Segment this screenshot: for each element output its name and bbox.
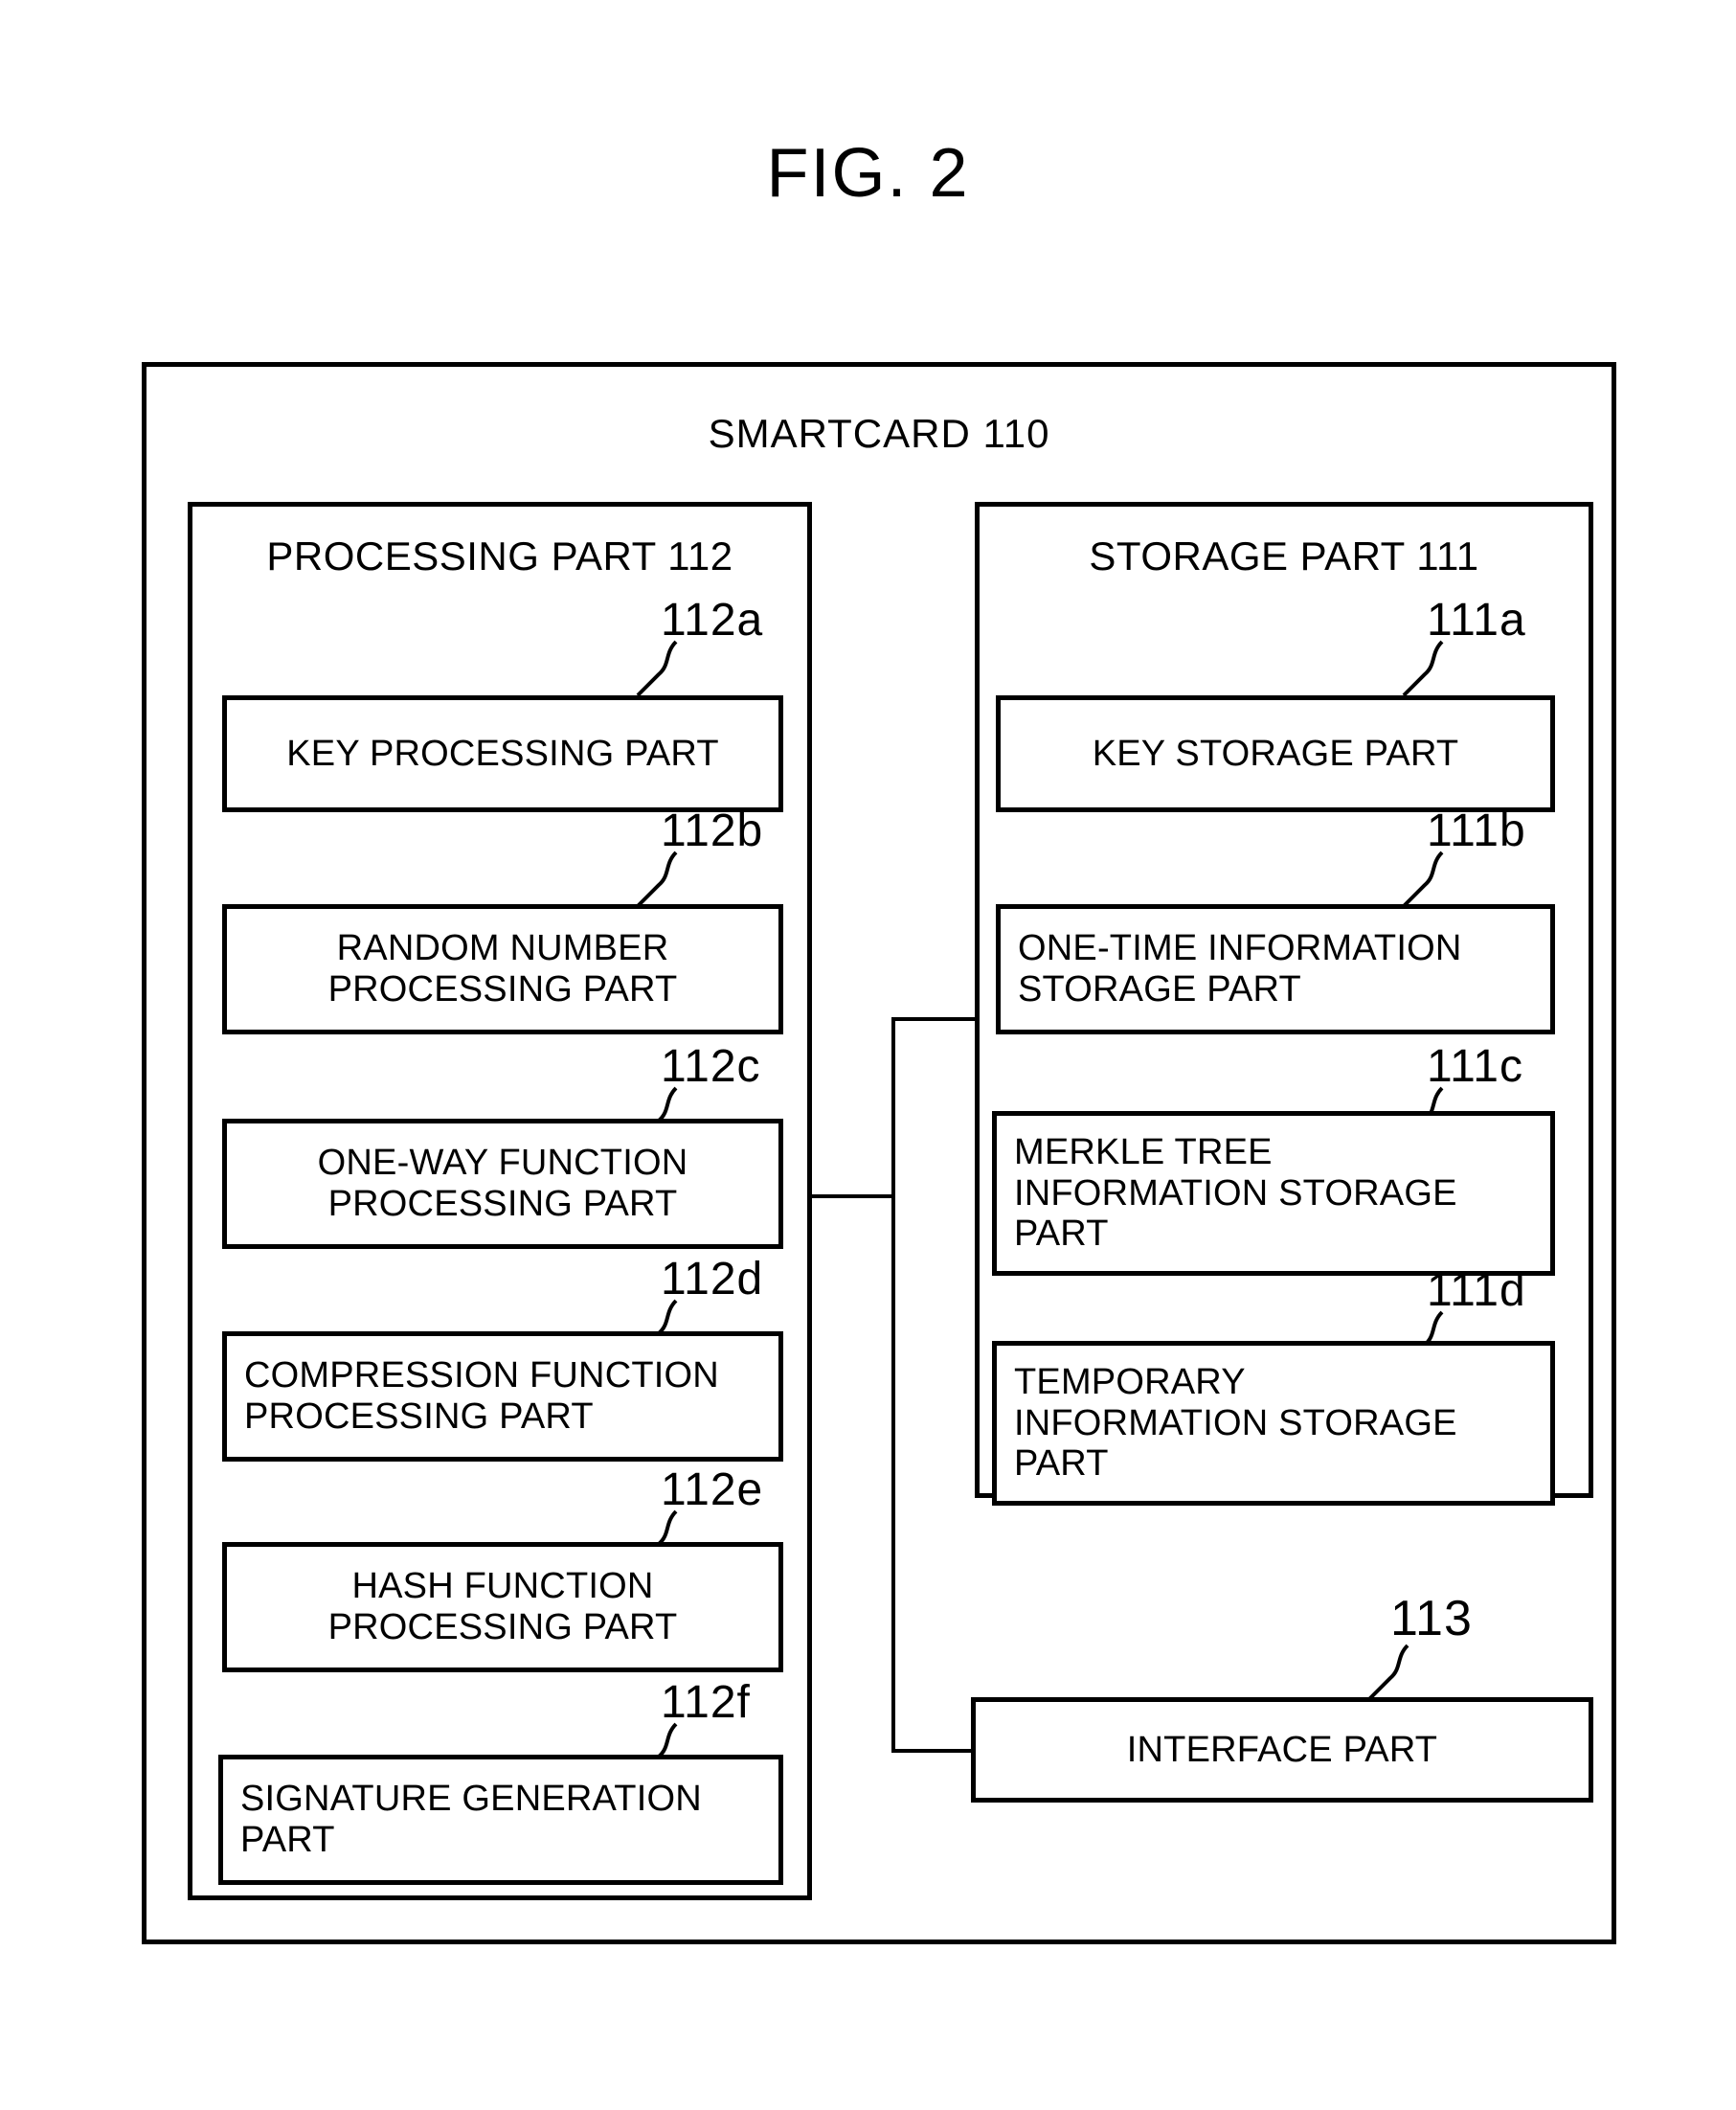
ref-label-111c: 111c	[1427, 1041, 1523, 1092]
figure-title: FIG. 2	[766, 135, 970, 212]
ref-label-112c: 112c	[661, 1041, 761, 1092]
unit-one-way-function-processing-part: ONE-WAY FUNCTION PROCESSING PART	[222, 1119, 783, 1249]
unit-key-storage-part: KEY STORAGE PART	[996, 695, 1555, 812]
unit-label: TEMPORARY INFORMATION STORAGE PART	[1014, 1362, 1457, 1485]
processing-part-title: PROCESSING PART 112	[266, 533, 733, 579]
ref-label-112e: 112e	[661, 1464, 764, 1515]
unit-label: SIGNATURE GENERATION PART	[240, 1779, 702, 1860]
connector-bus-to-storage	[891, 1017, 980, 1021]
unit-label: COMPRESSION FUNCTION PROCESSING PART	[244, 1355, 719, 1437]
unit-temporary-information-storage-part: TEMPORARY INFORMATION STORAGE PART	[992, 1341, 1555, 1506]
ref-label-113: 113	[1390, 1591, 1473, 1646]
unit-signature-generation-part: SIGNATURE GENERATION PART	[218, 1755, 783, 1885]
ref-label-112a: 112a	[661, 595, 764, 646]
connector-bus-to-interface	[891, 1749, 974, 1753]
unit-label: KEY STORAGE PART	[1092, 733, 1459, 774]
ref-label-112d: 112d	[661, 1254, 764, 1305]
unit-label: KEY PROCESSING PART	[286, 733, 719, 774]
ref-label-111b: 111b	[1427, 805, 1526, 856]
unit-label: MERKLE TREE INFORMATION STORAGE PART	[1014, 1132, 1457, 1255]
unit-compression-function-processing-part: COMPRESSION FUNCTION PROCESSING PART	[222, 1331, 783, 1462]
unit-label: ONE-WAY FUNCTION PROCESSING PART	[317, 1143, 688, 1224]
unit-label: ONE-TIME INFORMATION STORAGE PART	[1018, 928, 1462, 1010]
unit-merkle-tree-information-storage-part: MERKLE TREE INFORMATION STORAGE PART	[992, 1111, 1555, 1276]
ref-label-111a: 111a	[1427, 595, 1526, 646]
storage-part-title: STORAGE PART 111	[1089, 533, 1479, 579]
connector-vertical-bus	[891, 1017, 895, 1753]
unit-hash-function-processing-part: HASH FUNCTION PROCESSING PART	[222, 1542, 783, 1672]
unit-key-processing-part: KEY PROCESSING PART	[222, 695, 783, 812]
unit-label: INTERFACE PART	[1126, 1729, 1438, 1770]
unit-label: HASH FUNCTION PROCESSING PART	[327, 1566, 678, 1647]
unit-label: RANDOM NUMBER PROCESSING PART	[327, 928, 678, 1010]
unit-one-time-information-storage-part: ONE-TIME INFORMATION STORAGE PART	[996, 904, 1555, 1034]
smartcard-title: SMARTCARD 110	[708, 411, 1050, 456]
unit-random-number-processing-part: RANDOM NUMBER PROCESSING PART	[222, 904, 783, 1034]
connector-bus-to-processing	[809, 1194, 893, 1198]
figure-page: FIG. 2 SMARTCARD 110 PROCESSING PART 112…	[0, 0, 1736, 2110]
unit-interface-part: INTERFACE PART	[971, 1697, 1593, 1803]
ref-label-112b: 112b	[661, 805, 764, 856]
ref-label-111d: 111d	[1427, 1265, 1526, 1316]
ref-label-112f: 112f	[661, 1677, 751, 1728]
